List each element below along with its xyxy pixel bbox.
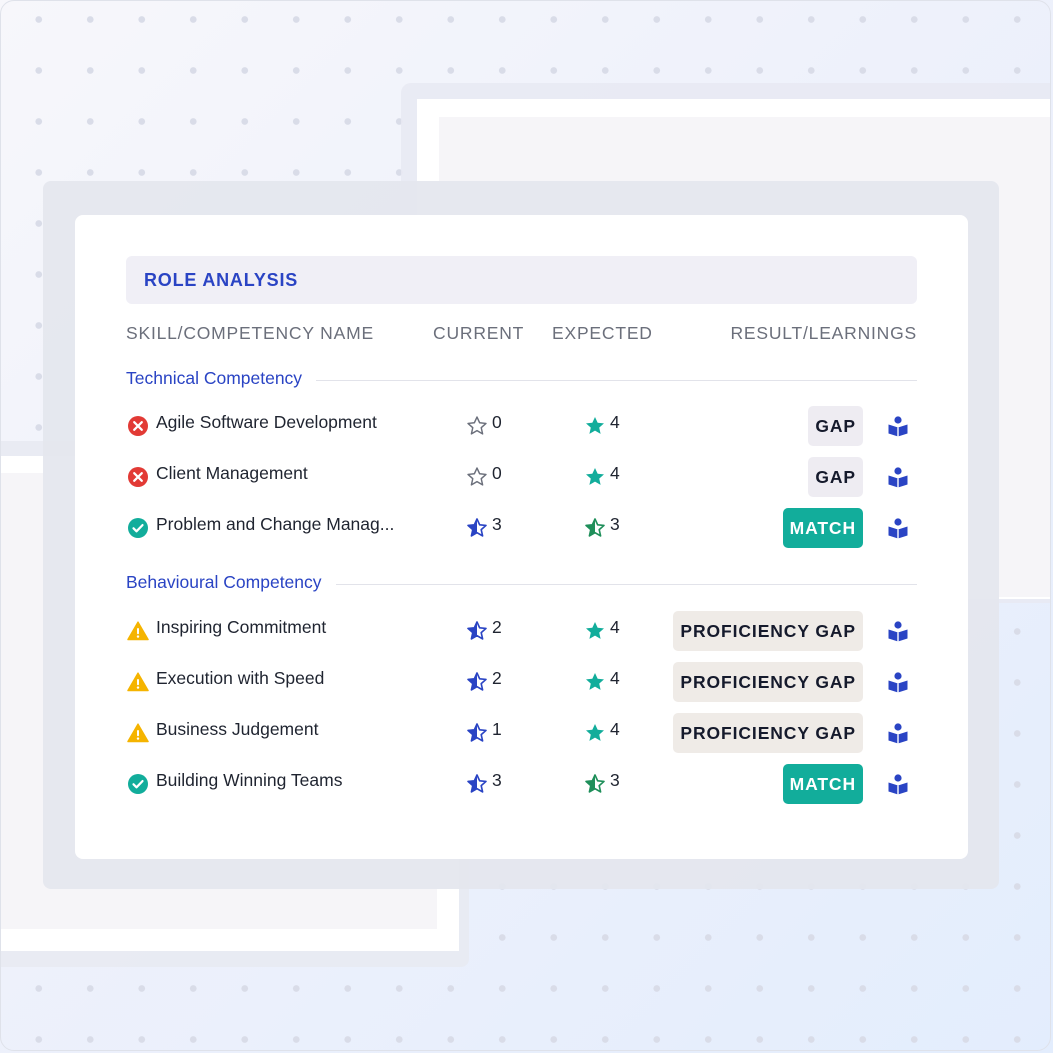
result-badge: MATCH xyxy=(782,508,863,548)
result-badge: GAP xyxy=(808,457,863,497)
result-badge: PROFICIENCY GAP xyxy=(673,611,863,651)
table-row: Inspiring Commitment 2 4 PROFICIENCY GAP xyxy=(126,611,917,651)
page-background: ROLE ANALYSIS SKILL/COMPETENCY NAME CURR… xyxy=(0,0,1051,1051)
current-level: 2 xyxy=(492,668,502,688)
warning-icon xyxy=(127,722,149,744)
star-outline-icon xyxy=(466,466,488,488)
section-technical-competency: Technical Competency xyxy=(126,368,917,392)
skill-name: Inspiring Commitment xyxy=(156,617,327,637)
book-reader-icon[interactable] xyxy=(887,415,909,437)
star-half-icon xyxy=(466,620,488,642)
column-header-expected: EXPECTED xyxy=(552,323,653,343)
current-level: 1 xyxy=(492,719,502,739)
book-reader-icon[interactable] xyxy=(887,671,909,693)
book-reader-icon[interactable] xyxy=(887,773,909,795)
current-level: 3 xyxy=(492,514,502,534)
result-badge: PROFICIENCY GAP xyxy=(673,662,863,702)
table-row: Agile Software Development 0 4 GAP xyxy=(126,406,917,446)
card-header: ROLE ANALYSIS xyxy=(126,256,917,304)
current-level: 2 xyxy=(492,617,502,637)
table-row: Business Judgement 1 4 PROFICIENCY GAP xyxy=(126,713,917,753)
section-behavioural-competency: Behavioural Competency xyxy=(126,572,917,596)
star-filled-icon xyxy=(584,466,606,488)
book-reader-icon[interactable] xyxy=(887,466,909,488)
skill-name: Business Judgement xyxy=(156,719,319,739)
column-header-result: RESULT/LEARNINGS xyxy=(730,323,917,343)
expected-level: 4 xyxy=(610,719,620,739)
star-outline-icon xyxy=(466,415,488,437)
book-reader-icon[interactable] xyxy=(887,517,909,539)
column-header-current: CURRENT xyxy=(433,323,525,343)
table-row: Client Management 0 4 GAP xyxy=(126,457,917,497)
star-half-icon xyxy=(584,773,606,795)
star-half-icon xyxy=(466,671,488,693)
expected-level: 3 xyxy=(610,514,620,534)
current-level: 0 xyxy=(492,463,502,483)
current-level: 3 xyxy=(492,770,502,790)
result-badge: GAP xyxy=(808,406,863,446)
result-badge: PROFICIENCY GAP xyxy=(673,713,863,753)
current-level: 0 xyxy=(492,412,502,432)
role-analysis-card: ROLE ANALYSIS SKILL/COMPETENCY NAME CURR… xyxy=(75,215,968,859)
star-filled-icon xyxy=(584,415,606,437)
warning-icon xyxy=(127,671,149,693)
card-title: ROLE ANALYSIS xyxy=(144,270,299,290)
warning-icon xyxy=(127,620,149,642)
table-row: Problem and Change Manag... 3 3 MATCH xyxy=(126,508,917,548)
expected-level: 4 xyxy=(610,617,620,637)
star-filled-icon xyxy=(584,722,606,744)
skill-name: Problem and Change Manag... xyxy=(156,514,395,534)
star-half-icon xyxy=(584,517,606,539)
result-badge: MATCH xyxy=(782,764,863,804)
table-row: Execution with Speed 2 4 PROFICIENCY GAP xyxy=(126,662,917,702)
expected-level: 4 xyxy=(610,668,620,688)
skill-name: Building Winning Teams xyxy=(156,770,343,790)
star-filled-icon xyxy=(584,671,606,693)
check-icon xyxy=(127,517,149,539)
expected-level: 4 xyxy=(610,463,620,483)
skill-name: Agile Software Development xyxy=(156,412,377,432)
check-icon xyxy=(127,773,149,795)
star-half-icon xyxy=(466,722,488,744)
book-reader-icon[interactable] xyxy=(887,722,909,744)
skill-name: Client Management xyxy=(156,463,308,483)
section-label: Technical Competency xyxy=(126,368,317,389)
section-label: Behavioural Competency xyxy=(126,572,336,593)
table-row: Building Winning Teams 3 3 MATCH xyxy=(126,764,917,804)
skill-name: Execution with Speed xyxy=(156,668,325,688)
expected-level: 3 xyxy=(610,770,620,790)
error-icon xyxy=(127,466,149,488)
book-reader-icon[interactable] xyxy=(887,620,909,642)
expected-level: 4 xyxy=(610,412,620,432)
star-half-icon xyxy=(466,773,488,795)
star-filled-icon xyxy=(584,620,606,642)
star-half-icon xyxy=(466,517,488,539)
column-header-skill: SKILL/COMPETENCY NAME xyxy=(126,323,374,343)
error-icon xyxy=(127,415,149,437)
